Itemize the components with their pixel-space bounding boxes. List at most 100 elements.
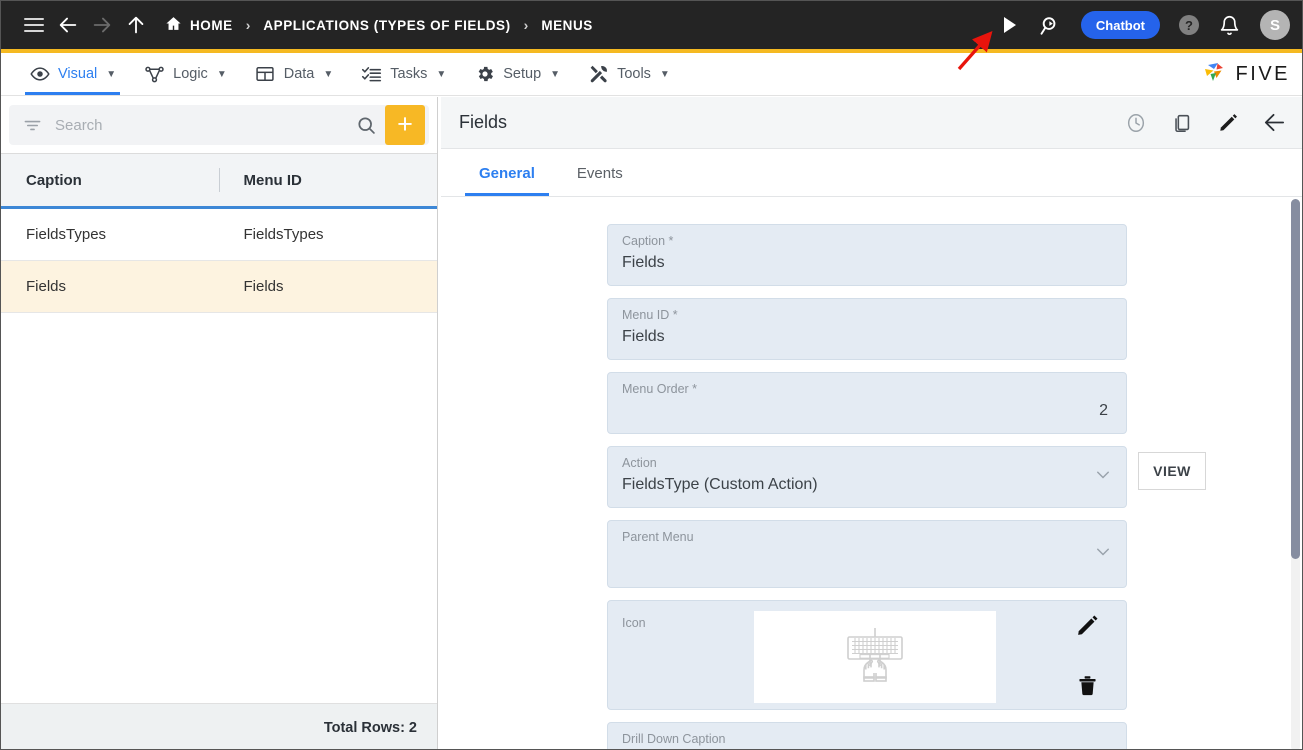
form-row-menu-id: Menu ID * Fields [441,298,1303,372]
breadcrumb-item-home[interactable]: HOME [165,15,233,35]
table-row[interactable]: FieldsTypes FieldsTypes [1,209,437,261]
chevron-down-icon: ▼ [106,69,116,80]
view-button[interactable]: VIEW [1138,452,1206,490]
total-rows-label: Total Rows: 2 [324,720,417,736]
grid-column-caption[interactable]: Caption [1,154,219,206]
arrow-left-icon [57,14,79,36]
chevron-down-icon: ▼ [436,69,446,80]
detail-form: Caption * Fields Menu ID * Fields Menu O… [441,198,1303,750]
arrow-right-icon [91,14,113,36]
menu-label-data: Data [284,66,315,82]
help-circle-icon: ? [1177,13,1201,37]
tab-general[interactable]: General [465,150,549,196]
grid-column-menu-id[interactable]: Menu ID [219,154,438,206]
breadcrumb-separator-2: › [524,17,529,33]
form-row-menu-order: Menu Order * 2 [441,372,1303,446]
view-button-label: VIEW [1153,463,1191,479]
grid-footer: Total Rows: 2 [1,703,437,750]
trash-icon[interactable] [1076,674,1099,702]
search-icon[interactable] [353,112,379,138]
form-scrollbar-thumb[interactable] [1291,199,1300,559]
icon-preview[interactable] [754,611,996,703]
bell-icon [1219,15,1240,36]
avatar[interactable]: S [1260,10,1290,40]
breadcrumb: HOME › APPLICATIONS (TYPES OF FIELDS) › … [165,15,593,35]
hamburger-menu-button[interactable] [17,8,51,42]
arrow-up-icon [125,14,147,36]
parent-menu-field[interactable]: Parent Menu [607,520,1127,588]
action-field[interactable]: Action FieldsType (Custom Action) [607,446,1127,508]
records-grid: Caption Menu ID FieldsTypes FieldsTypes … [1,153,437,750]
menu-item-setup[interactable]: Setup ▼ [460,53,574,95]
form-row-parent-menu: Parent Menu [441,520,1303,600]
five-mark-icon [1201,60,1231,88]
breadcrumb-item-applications[interactable]: APPLICATIONS (TYPES OF FIELDS) [263,18,510,33]
form-row-action: Action FieldsType (Custom Action) VIEW [441,446,1303,520]
detail-panel: Fields [441,97,1303,750]
brand-logo: FIVE [1201,60,1290,88]
menu-label-tools: Tools [617,66,651,82]
pencil-icon[interactable] [1075,613,1100,643]
caption-field-label: Caption * [622,234,1112,249]
history-icon[interactable] [1124,111,1148,135]
brand-name: FIVE [1236,63,1290,86]
icon-field: Icon [607,600,1127,710]
drill-down-caption-label: Drill Down Caption [622,732,1112,747]
breadcrumb-separator-1: › [246,17,251,33]
hamburger-icon [24,18,44,32]
menu-order-field[interactable]: Menu Order * 2 [607,372,1127,434]
form-row-caption: Caption * Fields [441,198,1303,298]
add-record-button[interactable]: + [385,105,425,145]
search-bar: + [9,105,429,145]
notifications-button[interactable] [1211,8,1247,42]
edit-pencil-icon[interactable] [1216,111,1240,135]
menu-item-visual[interactable]: Visual ▼ [15,53,130,95]
chevron-down-icon[interactable] [1094,466,1112,489]
menu-item-logic[interactable]: Logic ▼ [130,53,241,95]
menu-label-logic: Logic [173,66,208,82]
top-navigation-bar: HOME › APPLICATIONS (TYPES OF FIELDS) › … [1,1,1303,49]
forward-button[interactable] [85,8,119,42]
filter-icon[interactable] [21,114,43,136]
menu-item-tasks[interactable]: Tasks ▼ [347,53,460,95]
table-row[interactable]: Fields Fields [1,261,437,313]
action-field-value: FieldsType (Custom Action) [622,471,1112,497]
form-row-icon: Icon [441,600,1303,722]
form-scrollbar-track[interactable] [1291,199,1300,750]
module-menu-bar: Visual ▼ Logic ▼ Data ▼ [1,53,1303,96]
chatbot-button[interactable]: Chatbot [1081,11,1160,39]
chevron-down-icon: ▼ [660,69,670,80]
menu-label-visual: Visual [58,66,97,82]
copy-icon[interactable] [1170,111,1194,135]
menu-id-field[interactable]: Menu ID * Fields [607,298,1127,360]
play-icon [1004,17,1016,33]
chevron-down-icon[interactable] [1094,543,1112,566]
run-button[interactable] [992,8,1028,42]
eye-icon [29,64,50,85]
chat-search-button[interactable] [1032,8,1070,42]
checklist-icon [361,64,382,85]
caption-field-value: Fields [622,249,1112,275]
breadcrumb-item-menus[interactable]: MENUS [541,18,593,33]
action-field-label: Action [622,456,1112,471]
keyboard-typing-hands-icon [839,626,911,688]
back-button[interactable] [51,8,85,42]
menu-item-data[interactable]: Data ▼ [241,53,348,95]
cell-menu-id: Fields [219,278,438,295]
caption-field[interactable]: Caption * Fields [607,224,1127,286]
back-arrow-icon[interactable] [1262,111,1286,135]
up-button[interactable] [119,8,153,42]
menu-item-tools[interactable]: Tools ▼ [574,53,684,95]
tab-label-events: Events [577,165,623,182]
breadcrumb-label-applications: APPLICATIONS (TYPES OF FIELDS) [263,18,510,33]
detail-tabs: General Events [441,149,1303,197]
help-button[interactable]: ? [1171,8,1207,42]
tab-events[interactable]: Events [563,150,637,196]
menu-id-field-value: Fields [622,323,1112,349]
menu-label-tasks: Tasks [390,66,427,82]
chat-search-icon [1039,14,1062,37]
menu-id-field-label: Menu ID * [622,308,1112,323]
drill-down-caption-field[interactable]: Drill Down Caption [607,722,1127,750]
grid-body: FieldsTypes FieldsTypes Fields Fields [1,209,437,703]
search-input[interactable] [43,116,353,135]
